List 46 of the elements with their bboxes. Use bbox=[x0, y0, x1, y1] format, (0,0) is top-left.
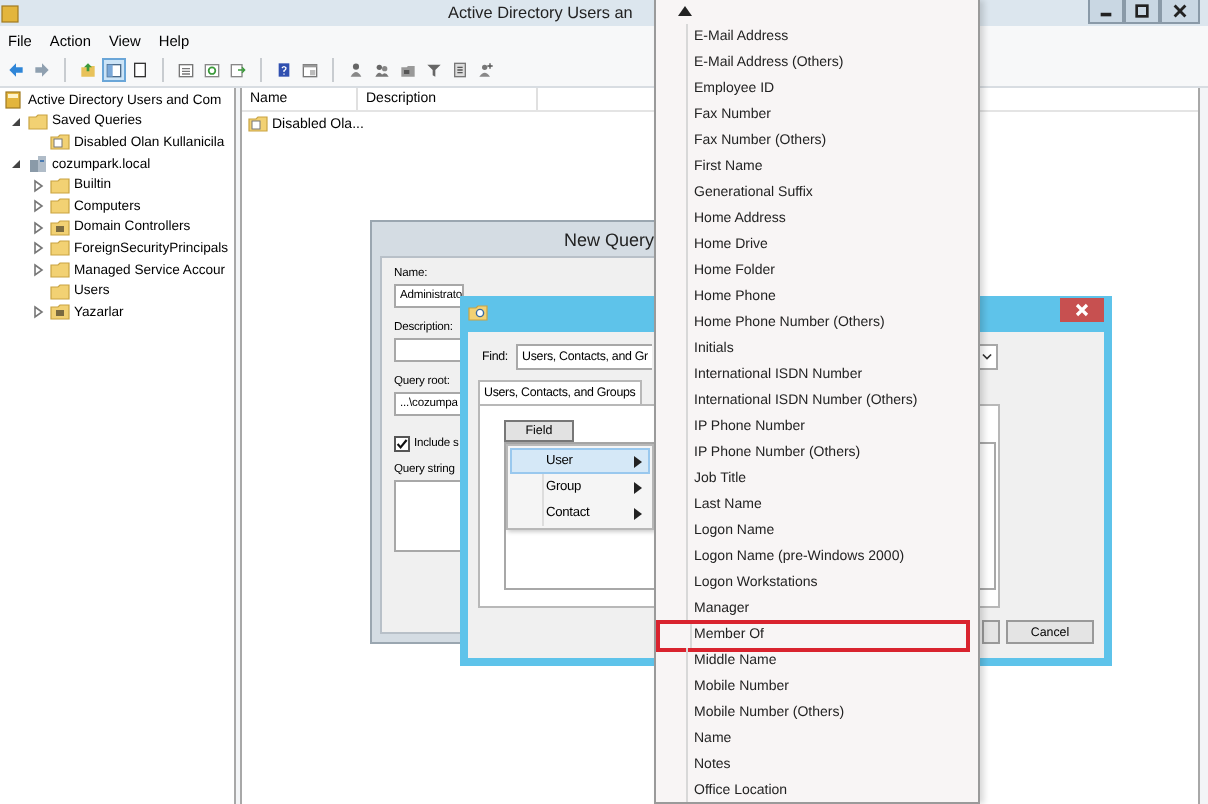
restore-icon[interactable] bbox=[1124, 0, 1160, 24]
query-icon[interactable] bbox=[448, 58, 472, 82]
back-arrow-icon[interactable] bbox=[4, 58, 28, 82]
sheet-icon[interactable] bbox=[128, 58, 152, 82]
collapsed-arrow-icon[interactable] bbox=[30, 262, 46, 279]
scroll-up-icon[interactable] bbox=[678, 6, 692, 16]
query-folder-icon bbox=[50, 132, 70, 153]
folder-icon bbox=[50, 260, 70, 281]
window-title: Active Directory Users an bbox=[448, 4, 633, 22]
folder-icon bbox=[50, 196, 70, 217]
collapsed-arrow-icon[interactable] bbox=[30, 198, 46, 215]
folder-icon bbox=[50, 281, 70, 302]
app-icon bbox=[0, 3, 20, 23]
folder-up-icon[interactable] bbox=[76, 58, 100, 82]
folder-icon bbox=[50, 217, 70, 238]
pane-icon[interactable] bbox=[102, 58, 126, 82]
directory-icon bbox=[4, 90, 24, 111]
query-string-box bbox=[394, 480, 464, 552]
minimize-icon[interactable] bbox=[1088, 0, 1124, 24]
people-icon[interactable] bbox=[474, 58, 498, 82]
submenu-arrow-icon bbox=[634, 507, 642, 519]
refresh-icon[interactable] bbox=[200, 58, 224, 82]
submenu-arrow-icon bbox=[634, 481, 642, 493]
expanded-arrow-icon[interactable] bbox=[8, 113, 24, 130]
search-folder-icon bbox=[468, 302, 488, 322]
collapsed-arrow-icon[interactable] bbox=[30, 177, 46, 194]
folder-icon bbox=[50, 238, 70, 259]
folder-icon bbox=[50, 175, 70, 196]
description-field[interactable] bbox=[394, 338, 464, 362]
export-icon[interactable] bbox=[226, 58, 250, 82]
forward-arrow-icon[interactable] bbox=[30, 58, 54, 82]
collapsed-arrow-icon[interactable] bbox=[30, 240, 46, 257]
list-icon[interactable] bbox=[174, 58, 198, 82]
submenu-arrow-icon bbox=[634, 455, 642, 467]
close-icon[interactable] bbox=[1160, 0, 1200, 24]
folder-icon bbox=[28, 111, 48, 132]
expanded-arrow-icon[interactable] bbox=[8, 156, 24, 173]
domain-icon bbox=[28, 154, 48, 175]
checkbox[interactable] bbox=[394, 436, 410, 452]
dialog-title: New Query bbox=[564, 229, 655, 249]
window-icon[interactable] bbox=[298, 58, 322, 82]
collapsed-arrow-icon[interactable] bbox=[30, 219, 46, 236]
dialog-button[interactable] bbox=[982, 620, 1000, 644]
collapsed-arrow-icon[interactable] bbox=[30, 304, 46, 321]
query-folder-icon bbox=[248, 114, 268, 134]
folder-icon bbox=[50, 302, 70, 323]
